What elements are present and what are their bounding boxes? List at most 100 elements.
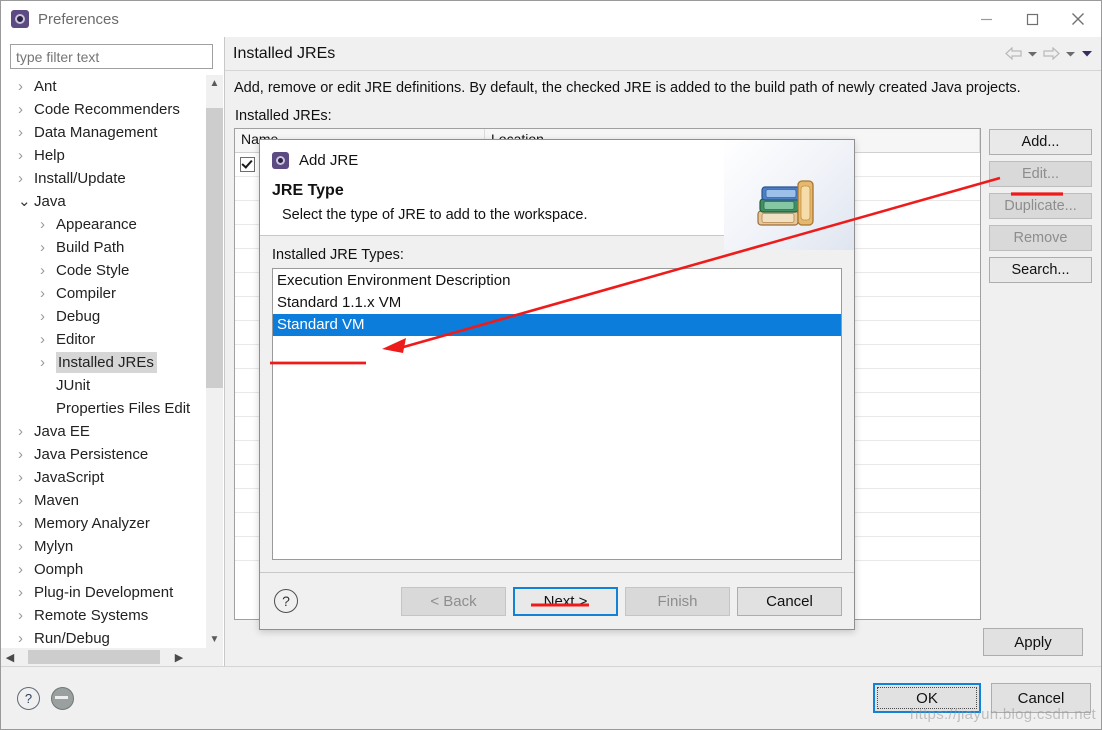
view-menu-chevron-icon[interactable] [1081,49,1093,58]
dialog-button-bar: ? < Back Next > Finish Cancel [260,572,854,629]
sidebar-item-code-style[interactable]: › Code Style [10,259,223,282]
sidebar-item-label: Memory Analyzer [34,515,150,532]
help-question-icon[interactable]: ? [274,589,298,613]
cancel-button[interactable]: Cancel [737,586,842,616]
page-description: Add, remove or edit JRE definitions. By … [225,71,1101,105]
add-button[interactable]: Add... [989,129,1092,155]
chevron-right-icon[interactable]: › [18,469,34,486]
chevron-right-icon[interactable]: › [40,216,56,233]
sidebar-item-remote-systems[interactable]: › Remote Systems [10,604,223,627]
scroll-down-icon[interactable]: ▼ [206,631,223,648]
sidebar-item-debug[interactable]: › Debug [10,305,223,328]
chevron-right-icon[interactable]: › [18,492,34,509]
chevron-right-icon[interactable]: › [18,561,34,578]
sidebar-item-editor[interactable]: › Editor [10,328,223,351]
sidebar-item-label: Remote Systems [34,607,149,624]
sidebar-item-properties-files-edit[interactable]: Properties Files Edit [10,397,223,420]
sidebar-item-java-ee[interactable]: › Java EE [10,420,223,443]
chevron-right-icon[interactable]: › [18,101,34,118]
eclipse-gear-icon [272,151,289,169]
back-button: < Back [401,586,506,616]
chevron-right-icon[interactable]: › [18,515,34,532]
chevron-right-icon[interactable]: › [40,354,56,371]
hscrollbar-thumb[interactable] [28,650,160,664]
minimize-icon[interactable] [963,1,1009,37]
list-item[interactable]: Standard VM [273,314,841,336]
search-input[interactable] [10,44,213,69]
chevron-right-icon[interactable]: › [18,147,34,164]
list-item[interactable]: Execution Environment Description [273,270,841,292]
window-titlebar: Preferences [1,1,1101,37]
list-item[interactable]: Standard 1.1.x VM [273,292,841,314]
sidebar-item-maven[interactable]: › Maven [10,489,223,512]
tree-item-list: › Ant › Code Recommenders › Data Management › H… [10,75,223,648]
chevron-right-icon[interactable]: › [40,285,56,302]
chevron-right-icon[interactable]: › [18,170,34,187]
sidebar-item-help[interactable]: › Help [10,144,223,167]
forward-menu-chevron-down-icon[interactable] [1065,50,1076,58]
maximize-icon[interactable] [1009,1,1055,37]
close-icon[interactable] [1055,1,1101,37]
sidebar-item-memory-analyzer[interactable]: › Memory Analyzer [10,512,223,535]
sidebar-item-code-recommenders[interactable]: › Code Recommenders [10,98,223,121]
help-question-icon[interactable]: ? [17,686,40,710]
sidebar-item-java[interactable]: ⌄ Java [10,190,223,213]
remove-button: Remove [989,225,1092,251]
chevron-right-icon[interactable]: › [18,584,34,601]
chevron-right-icon[interactable]: › [40,262,56,279]
sidebar-item-javascript[interactable]: › JavaScript [10,466,223,489]
chevron-right-icon[interactable]: › [18,124,34,141]
tree-vertical-scrollbar[interactable]: ▲ ▼ [206,75,223,648]
next-button[interactable]: Next > [513,586,618,616]
scroll-left-icon[interactable]: ◀ [1,648,19,666]
tree-horizontal-scrollbar[interactable]: ◀ ▶ [1,648,223,666]
scroll-up-icon[interactable]: ▲ [206,75,223,92]
sidebar-item-label: Maven [34,492,80,509]
restore-defaults-icon[interactable] [51,686,74,710]
sidebar-item-label: Plug-in Development [34,584,174,601]
sidebar-item-label: Code Style [56,262,130,279]
sidebar-item-oomph[interactable]: › Oomph [10,558,223,581]
sidebar-item-compiler[interactable]: › Compiler [10,282,223,305]
chevron-right-icon[interactable]: › [18,538,34,555]
jre-types-list[interactable]: Execution Environment Description Standar… [272,268,842,560]
apply-button[interactable]: Apply [983,628,1083,656]
sidebar-item-mylyn[interactable]: › Mylyn [10,535,223,558]
sidebar-item-label: Install/Update [34,170,126,187]
sidebar-item-label: Appearance [56,216,137,233]
chevron-right-icon[interactable]: › [18,78,34,95]
sidebar-item-junit[interactable]: JUnit [10,374,223,397]
sidebar-item-label: Code Recommenders [34,101,180,118]
sidebar-item-installed-jres[interactable]: › Installed JREs [10,351,223,374]
sidebar-item-java-persistence[interactable]: › Java Persistence [10,443,223,466]
watermark: https://jiayun.blog.csdn.net [909,706,1096,723]
dialog-content: Installed JRE Types: Execution Environme… [260,236,854,560]
chevron-right-icon[interactable]: › [18,423,34,440]
chevron-right-icon[interactable]: › [40,331,56,348]
scroll-right-icon[interactable]: ▶ [170,648,188,666]
sidebar-item-label: Editor [56,331,96,348]
sidebar-item-data-management[interactable]: › Data Management [10,121,223,144]
sidebar-item-build-path[interactable]: › Build Path [10,236,223,259]
forward-arrow-icon[interactable] [1043,47,1060,60]
sidebar-item-ant[interactable]: › Ant [10,75,223,98]
chevron-right-icon[interactable]: › [40,308,56,325]
sidebar-item-appearance[interactable]: › Appearance [10,213,223,236]
search-button[interactable]: Search... [989,257,1092,283]
back-arrow-icon[interactable] [1005,47,1022,60]
eclipse-gear-icon [11,10,29,28]
scrollbar-thumb[interactable] [206,108,223,388]
chevron-right-icon[interactable]: › [18,630,34,647]
sidebar-item-run-debug[interactable]: › Run/Debug [10,627,223,648]
row-checkbox[interactable] [240,157,255,172]
chevron-right-icon[interactable]: › [40,239,56,256]
chevron-right-icon[interactable]: › [18,446,34,463]
sidebar-item-label: JavaScript [34,469,105,486]
chevron-down-icon[interactable]: ⌄ [18,194,34,209]
edit-button: Edit... [989,161,1092,187]
sidebar-item-label: Debug [56,308,101,325]
back-menu-chevron-down-icon[interactable] [1027,50,1038,58]
chevron-right-icon[interactable]: › [18,607,34,624]
sidebar-item-install-update[interactable]: › Install/Update [10,167,223,190]
sidebar-item-plug-in-development[interactable]: › Plug-in Development [10,581,223,604]
